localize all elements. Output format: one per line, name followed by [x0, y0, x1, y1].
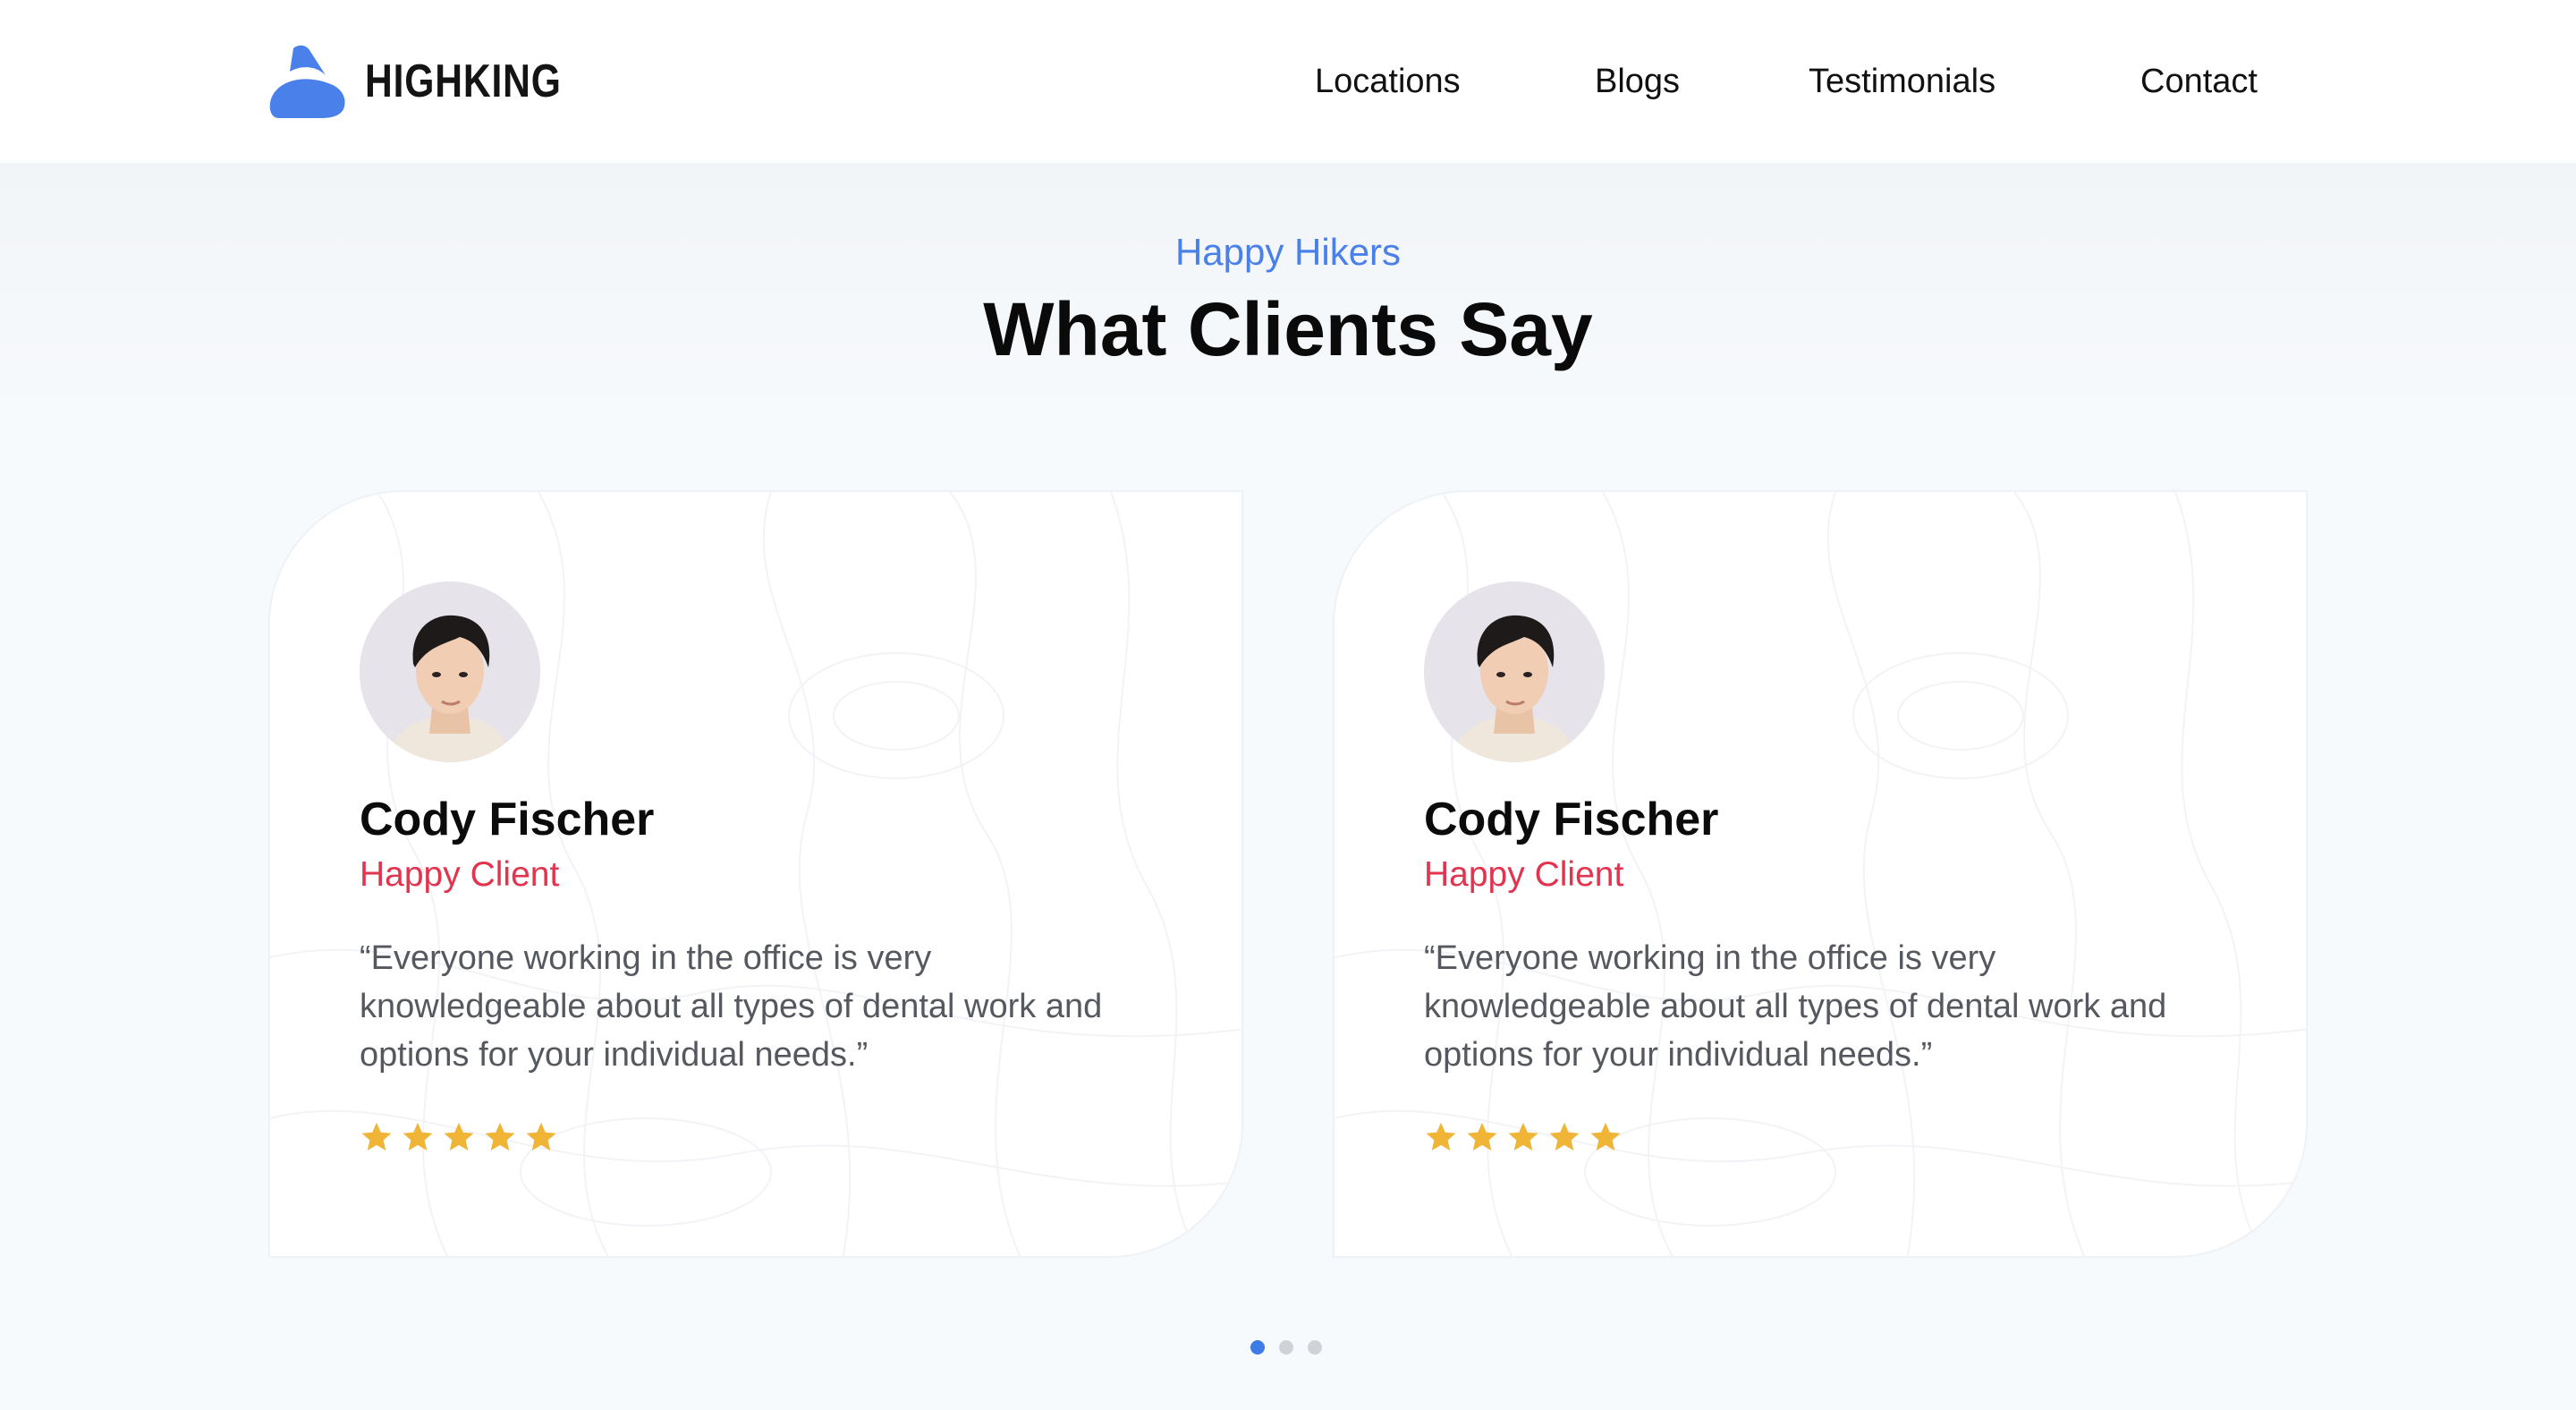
client-name: Cody Fischer [1424, 794, 1719, 845]
star-icon [1467, 1122, 1497, 1151]
star-icon [1426, 1122, 1456, 1151]
nav-link-locations[interactable]: Locations [1315, 57, 1461, 106]
testimonial-card: Cody Fischer Happy Client “Everyone work… [1333, 490, 2308, 1258]
testimonial-quote: “Everyone working in the office is very … [1424, 939, 2167, 1074]
star-icon [526, 1122, 556, 1151]
client-avatar [360, 582, 540, 762]
star-icon [485, 1122, 515, 1151]
testimonial-quote: “Everyone working in the office is very … [360, 939, 1103, 1074]
site-header: HIGHKING Locations Blogs Testimonials Co… [0, 0, 2576, 163]
section-title: What Clients Say [983, 287, 1593, 371]
carousel-dot[interactable] [1279, 1340, 1293, 1355]
carousel-dot[interactable] [1250, 1340, 1265, 1355]
client-role: Happy Client [1424, 855, 1624, 894]
star-rating [360, 1120, 558, 1156]
nav-link-testimonials[interactable]: Testimonials [1809, 57, 1996, 106]
carousel-dot[interactable] [1308, 1340, 1322, 1355]
client-name: Cody Fischer [360, 794, 655, 845]
main-nav: Locations Blogs Testimonials Contact [0, 57, 2576, 106]
star-rating [1424, 1120, 1623, 1156]
star-icon [402, 1122, 433, 1151]
client-avatar [1424, 582, 1605, 762]
star-icon [1508, 1122, 1538, 1151]
star-icon [361, 1122, 392, 1151]
section-eyebrow: Happy Hikers [1174, 231, 1402, 273]
carousel-pagination [1250, 1339, 1322, 1355]
star-icon [1590, 1122, 1621, 1151]
client-role: Happy Client [360, 855, 560, 894]
star-icon [444, 1122, 474, 1151]
testimonial-card: Cody Fischer Happy Client “Everyone work… [268, 490, 1243, 1258]
nav-link-contact[interactable]: Contact [2140, 57, 2258, 106]
nav-link-blogs[interactable]: Blogs [1595, 57, 1680, 106]
star-icon [1549, 1122, 1580, 1151]
